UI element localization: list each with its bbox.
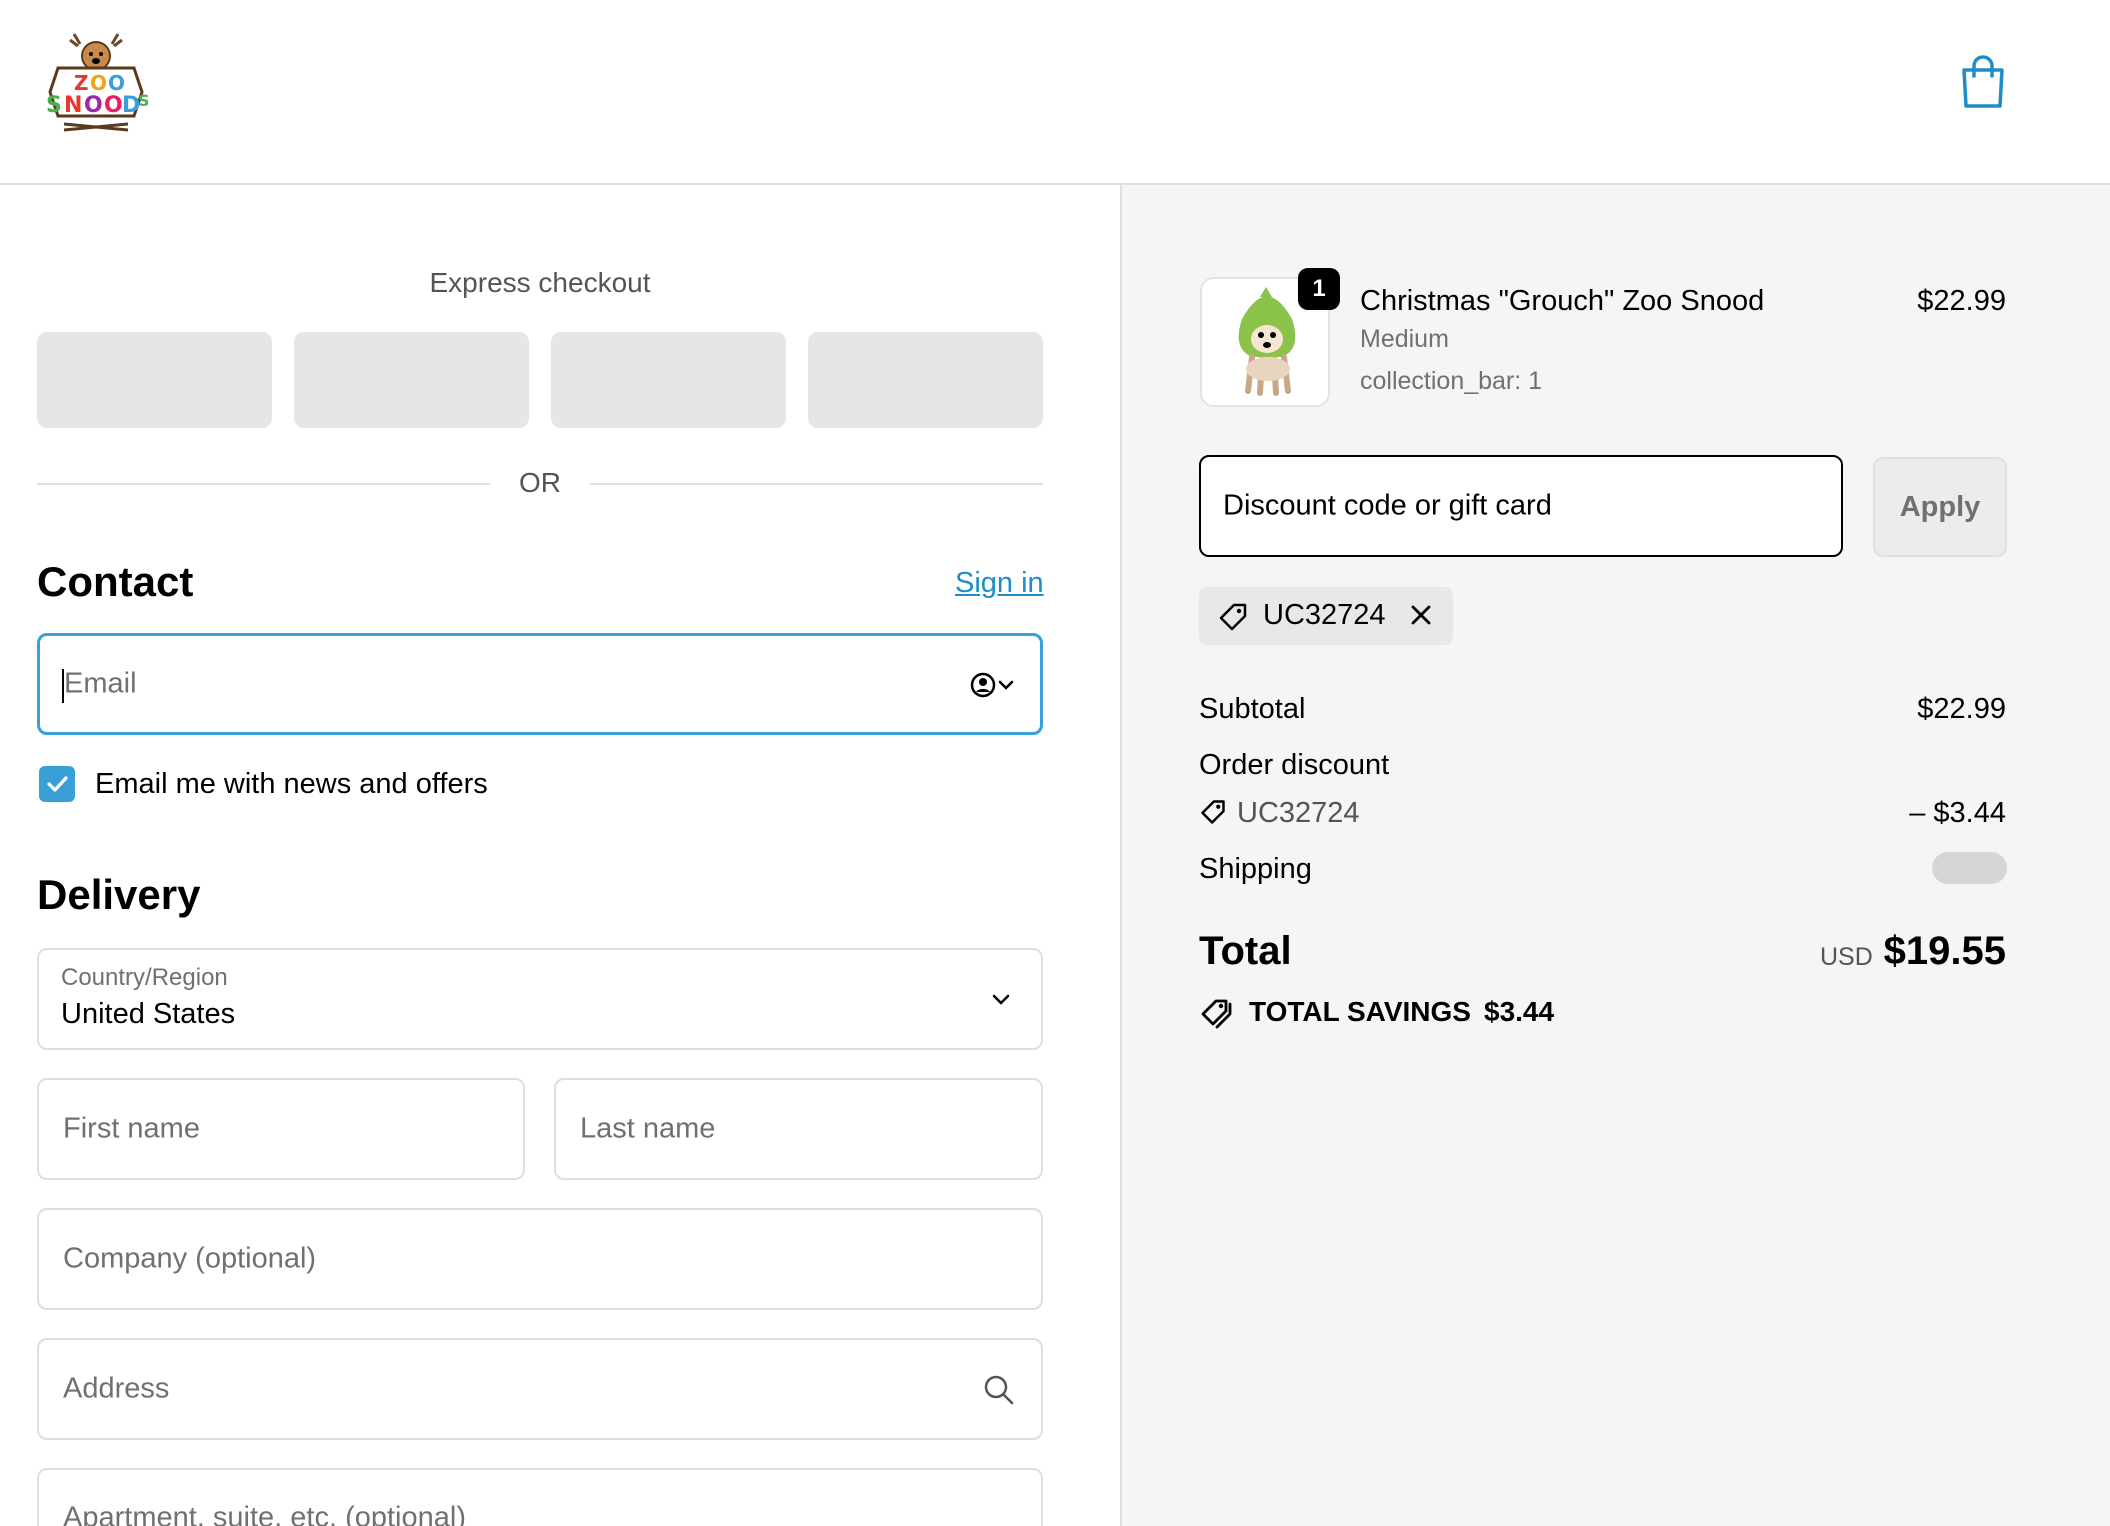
svg-text:N: N <box>64 93 82 118</box>
apartment-placeholder: Apartment, suite, etc. (optional) <box>63 1501 466 1526</box>
address-field[interactable]: Address <box>37 1338 1043 1440</box>
total-label: Total <box>1199 929 1292 973</box>
order-discount-value: – $3.44 <box>1909 797 2006 829</box>
chevron-down-icon <box>989 988 1013 1017</box>
subtotal-value: $22.99 <box>1917 693 2006 725</box>
company-field[interactable]: Company (optional) <box>37 1208 1043 1310</box>
express-checkout-title: Express checkout <box>429 267 651 298</box>
store-logo[interactable]: Z O O S N O O D S <box>44 26 150 138</box>
remove-discount-icon[interactable] <box>1407 601 1435 634</box>
autofill-account-icon[interactable] <box>970 670 1018 705</box>
svg-text:Z: Z <box>74 71 89 95</box>
last-name-field[interactable]: Last name <box>554 1078 1043 1180</box>
svg-text:O: O <box>108 71 125 95</box>
country-label: Country/Region <box>61 964 228 991</box>
express-pay-button-2[interactable] <box>294 332 529 428</box>
applied-discount-chip: UC32724 <box>1199 587 1453 645</box>
or-divider-label: OR <box>519 467 561 498</box>
or-divider-right <box>590 483 1043 485</box>
product-price: $22.99 <box>1917 285 2006 317</box>
checkmark-icon <box>47 776 68 792</box>
country-value: United States <box>61 998 236 1030</box>
apply-button[interactable]: Apply <box>1873 457 2007 557</box>
order-discount-code: UC32724 <box>1237 797 1360 829</box>
shipping-label: Shipping <box>1199 853 1312 885</box>
shipping-value-loading <box>1932 852 2007 884</box>
product-name: Christmas "Grouch" Zoo Snood <box>1360 285 1765 317</box>
company-placeholder: Company (optional) <box>63 1242 317 1275</box>
discount-code-input[interactable]: Discount code or gift card <box>1199 455 1843 557</box>
apartment-field[interactable]: Apartment, suite, etc. (optional) <box>37 1468 1043 1526</box>
savings-tags-icon <box>1199 995 1235 1034</box>
contact-heading: Contact <box>37 558 194 605</box>
newsletter-label: Email me with news and offers <box>95 768 488 800</box>
quantity-badge: 1 <box>1298 268 1340 310</box>
subtotal-label: Subtotal <box>1199 693 1306 725</box>
tag-icon <box>1217 601 1249 638</box>
express-pay-button-4[interactable] <box>808 332 1043 428</box>
or-divider-left <box>37 483 490 485</box>
order-summary: 1 Christmas "Grouch" Zoo Snood Medium co… <box>1120 185 2110 1526</box>
applied-discount-code: UC32724 <box>1263 599 1386 631</box>
total-currency: USD <box>1820 943 1873 971</box>
svg-text:O: O <box>104 93 123 118</box>
discount-code-placeholder: Discount code or gift card <box>1223 489 1552 522</box>
first-name-field[interactable]: First name <box>37 1078 525 1180</box>
checkout-form: Express checkout OR Contact Sign in Emai… <box>0 185 1120 1526</box>
svg-text:S: S <box>138 91 148 110</box>
product-variant: Medium <box>1360 325 1449 353</box>
svg-text:O: O <box>90 71 107 95</box>
newsletter-checkbox[interactable] <box>39 766 75 802</box>
email-placeholder: Email <box>64 667 137 700</box>
product-property: collection_bar: 1 <box>1360 367 1543 395</box>
total-savings-label: TOTAL SAVINGS <box>1249 996 1471 1027</box>
delivery-heading: Delivery <box>37 871 201 918</box>
total-savings-value: $3.44 <box>1484 996 1555 1027</box>
svg-text:S: S <box>46 93 62 118</box>
svg-text:O: O <box>84 93 103 118</box>
total-value: $19.55 <box>1883 929 2006 973</box>
express-pay-button-3[interactable] <box>551 332 786 428</box>
shopping-bag-icon[interactable] <box>1958 52 2008 112</box>
order-discount-label: Order discount <box>1199 749 1390 781</box>
address-placeholder: Address <box>63 1372 170 1405</box>
sign-in-link[interactable]: Sign in <box>955 567 1044 600</box>
express-pay-button-1[interactable] <box>37 332 272 428</box>
country-select[interactable]: Country/Region United States <box>37 948 1043 1050</box>
first-name-placeholder: First name <box>63 1112 200 1145</box>
tag-icon <box>1199 798 1227 831</box>
search-icon[interactable] <box>983 1374 1015 1411</box>
checkout-header: Z O O S N O O D S <box>0 0 2110 185</box>
email-field[interactable]: Email <box>37 633 1043 735</box>
last-name-placeholder: Last name <box>580 1112 716 1145</box>
